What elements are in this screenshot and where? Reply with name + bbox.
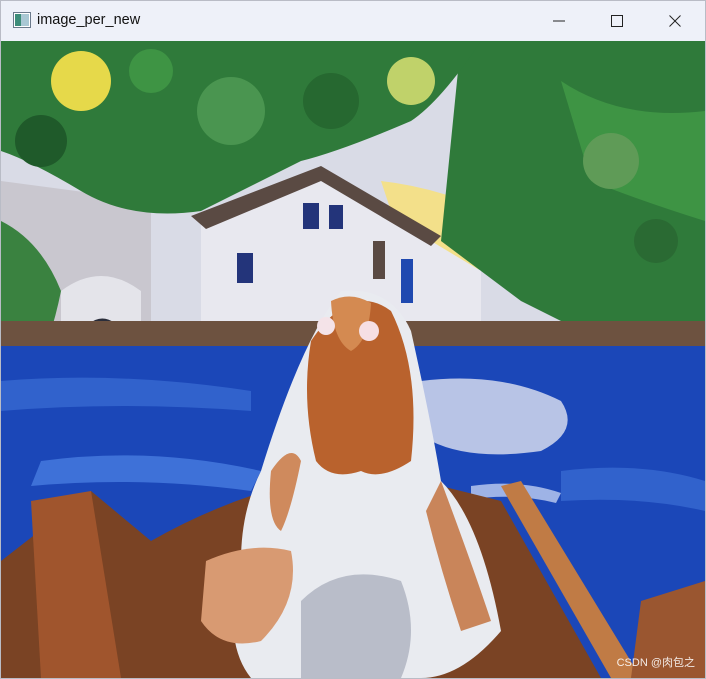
maximize-icon [611,15,623,27]
image-canvas[interactable]: CSDN @肉包之 [1,41,705,678]
close-icon [669,15,681,27]
title-bar[interactable]: image_per_new [1,1,705,41]
app-window: image_per_new CSDN @肉包之 [0,0,706,679]
close-button[interactable] [646,1,704,41]
painting [1,41,705,678]
minimize-button[interactable] [530,1,588,41]
watermark-text: CSDN @肉包之 [616,657,695,669]
image-window-icon [13,12,31,28]
maximize-button[interactable] [588,1,646,41]
window-title: image_per_new [37,12,141,28]
minimize-icon [553,15,565,27]
hair-flower [317,317,335,335]
